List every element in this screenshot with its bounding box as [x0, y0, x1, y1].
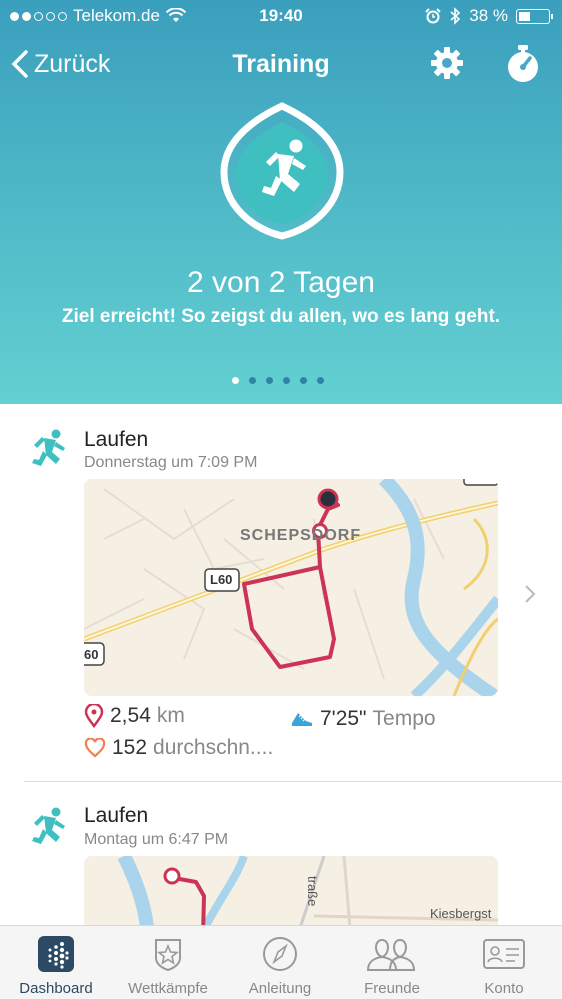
- distance-value: 2,54: [110, 704, 151, 727]
- activity-title: Laufen: [84, 428, 149, 451]
- running-badge-icon: [220, 102, 344, 240]
- heart-rate-unit: durchschn....: [153, 736, 274, 759]
- location-pin-icon: [84, 704, 104, 728]
- navigation-bar: Zurück Training: [0, 40, 562, 86]
- tab-label: Freunde: [364, 980, 420, 997]
- account-card-icon: [483, 939, 525, 969]
- bluetooth-icon: [450, 7, 461, 25]
- chevron-right-icon[interactable]: [522, 582, 538, 606]
- page-dot-active[interactable]: [232, 377, 239, 384]
- tab-label: Konto: [484, 980, 524, 997]
- tab-account[interactable]: Konto: [448, 926, 560, 999]
- page-indicator[interactable]: [232, 377, 324, 384]
- heart-rate-stat: 152 durchschn....: [84, 736, 273, 760]
- compass-icon: [263, 937, 297, 971]
- status-bar: Telekom.de 19:40 38 %: [0, 0, 562, 32]
- header-hero: Telekom.de 19:40 38 % Zurück Training 2 …: [0, 0, 562, 404]
- tab-label: Anleitung: [248, 980, 312, 997]
- map-label-town: SCHEPSDORF: [240, 527, 362, 544]
- page-dot[interactable]: [317, 377, 324, 384]
- tab-label: Dashboard: [19, 980, 93, 997]
- chevron-left-icon: [11, 50, 28, 78]
- status-right: 38 %: [425, 6, 553, 26]
- page-dot[interactable]: [266, 377, 273, 384]
- page-dot[interactable]: [300, 377, 307, 384]
- star-badge-icon: [155, 939, 181, 972]
- tab-label: Wettkämpfe: [128, 980, 208, 997]
- alarm-icon: [425, 8, 441, 24]
- tab-guidance[interactable]: Anleitung: [224, 926, 336, 999]
- activity-time: Donnerstag um 7:09 PM: [84, 454, 258, 471]
- map-label-street: traße: [305, 876, 320, 907]
- map-label-road: L60: [210, 572, 233, 587]
- gear-icon[interactable]: [428, 44, 466, 82]
- tab-friends[interactable]: Freunde: [336, 926, 448, 999]
- friends-icon: [366, 938, 416, 971]
- battery-percent: 38 %: [469, 6, 508, 25]
- activity-card[interactable]: Laufen Montag um 6:47 PM Kiesbergst traß…: [0, 782, 562, 925]
- distance-stat: 2,54 km: [84, 704, 185, 728]
- activity-title: Laufen: [84, 804, 149, 827]
- heart-rate-value: 152: [112, 736, 148, 759]
- shoe-icon: [292, 713, 312, 726]
- map-label-street: Kiesbergst: [430, 906, 492, 921]
- goal-subtitle: Ziel erreicht! So zeigst du allen, wo es…: [61, 306, 501, 327]
- pace-stat: 7'25" Tempo: [290, 707, 436, 731]
- tab-dashboard[interactable]: Dashboard: [0, 926, 112, 999]
- route-map[interactable]: SCHEPSDORF L60 60: [84, 479, 498, 696]
- battery-icon: [516, 8, 553, 24]
- activity-card[interactable]: Laufen Donnerstag um 7:09 PM SCHEPSDORF …: [0, 404, 562, 782]
- tab-bar: Dashboard Wettkämpfe Anleitung Freunde K…: [0, 925, 562, 999]
- distance-unit: km: [156, 704, 185, 727]
- running-icon: [32, 807, 65, 844]
- dashboard-icon: [38, 936, 74, 972]
- page-dot[interactable]: [249, 377, 256, 384]
- back-label: Zurück: [34, 49, 111, 78]
- back-button[interactable]: Zurück: [10, 48, 110, 80]
- tab-challenges[interactable]: Wettkämpfe: [112, 926, 224, 999]
- running-icon: [32, 429, 65, 466]
- stopwatch-icon[interactable]: [504, 44, 542, 84]
- pace-unit: Tempo: [372, 707, 436, 730]
- page-dot[interactable]: [283, 377, 290, 384]
- heart-icon: [84, 738, 106, 758]
- map-label-road: 60: [84, 647, 99, 662]
- goal-title: 2 von 2 Tagen: [187, 266, 375, 299]
- activity-time: Montag um 6:47 PM: [84, 831, 229, 848]
- route-map[interactable]: Kiesbergst traße: [84, 856, 498, 925]
- map-graphic: [84, 479, 498, 696]
- pace-value: 7'25": [320, 707, 367, 730]
